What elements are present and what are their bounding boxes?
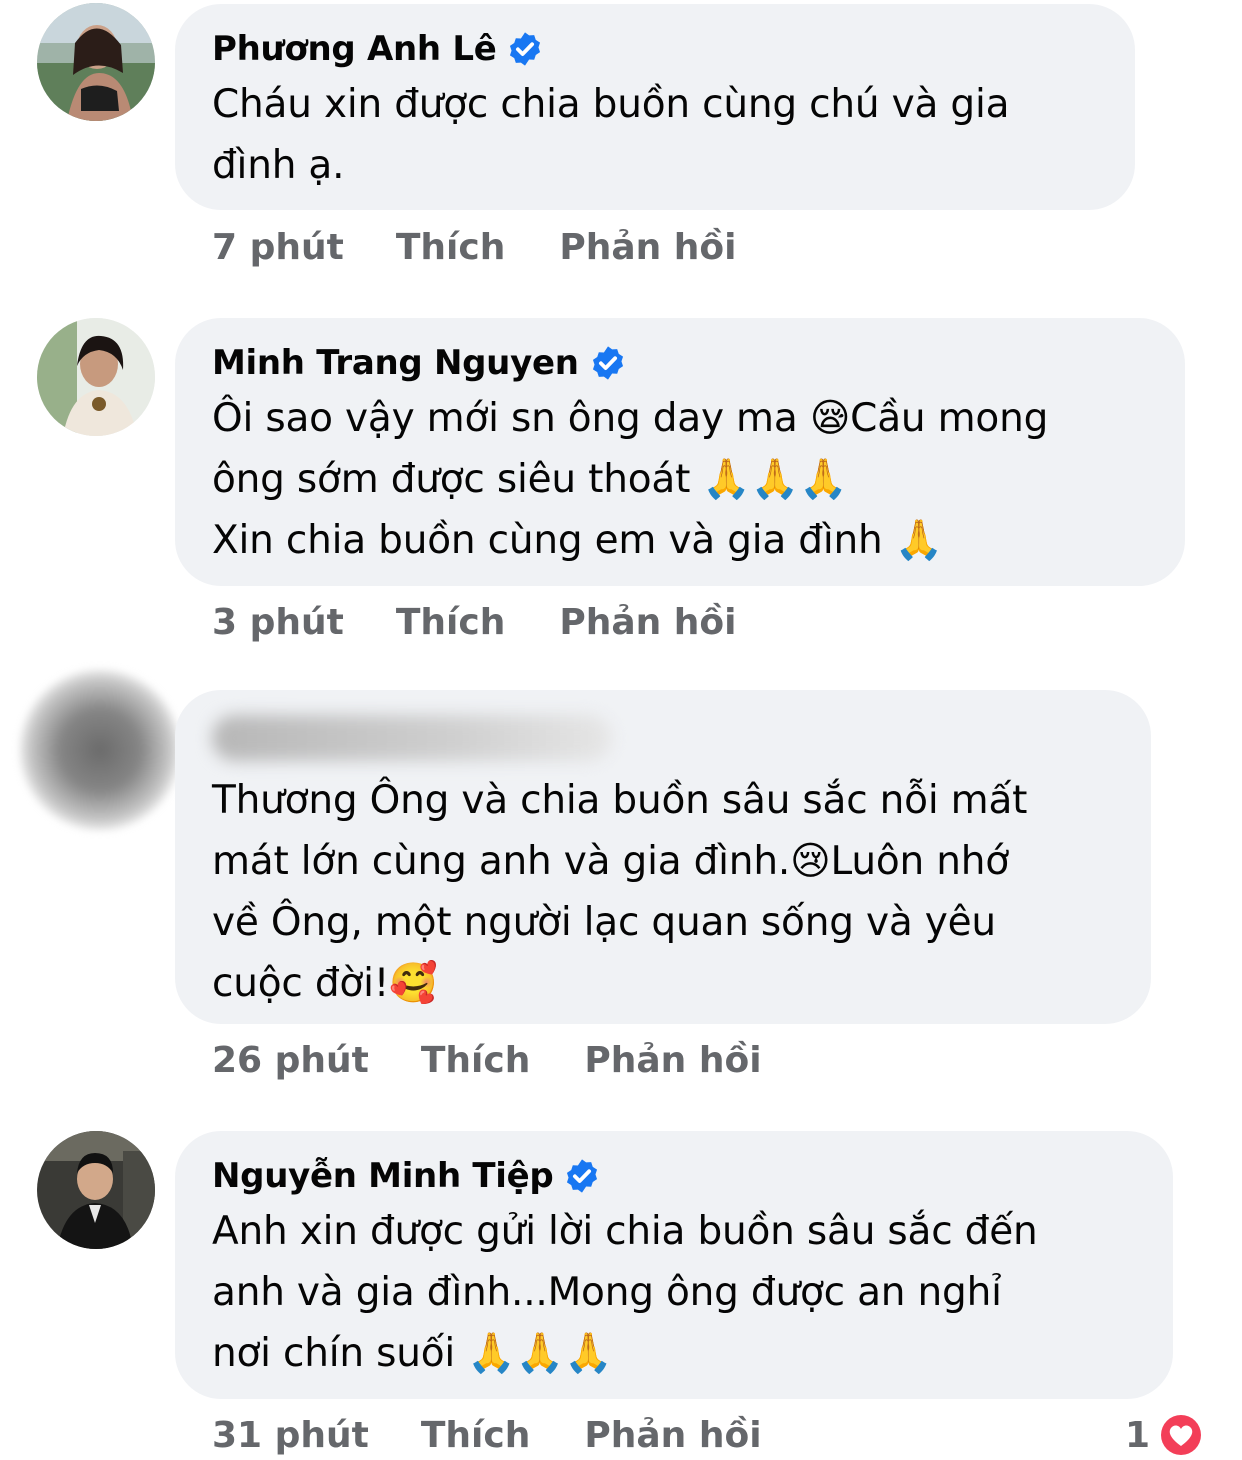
reaction-count: 1 [1124, 1414, 1150, 1456]
like-button[interactable]: Thích [421, 1415, 531, 1456]
avatar[interactable] [37, 318, 155, 436]
blurred-avatar[interactable] [20, 670, 180, 830]
avatar[interactable] [37, 1131, 155, 1249]
author-name[interactable]: Nguyễn Minh Tiệp [212, 1156, 554, 1196]
comment-bubble: Thương Ông và chia buồn sâu sắc nỗi mất … [175, 690, 1151, 1024]
comment-bubble: Nguyễn Minh Tiệp Anh xin được gửi lời ch… [175, 1131, 1173, 1399]
comment-timestamp[interactable]: 31 phút [212, 1415, 369, 1456]
reply-button[interactable]: Phản hồi [559, 227, 736, 268]
comment-timestamp[interactable]: 7 phút [212, 227, 344, 268]
comment-actions: 31 phút Thích Phản hồi [212, 1410, 762, 1460]
like-button[interactable]: Thích [396, 227, 506, 268]
blurred-author-name[interactable] [212, 715, 612, 761]
reply-button[interactable]: Phản hồi [584, 1415, 761, 1456]
verified-badge-icon [563, 1157, 601, 1195]
like-button[interactable]: Thích [421, 1040, 531, 1081]
comment-bubble: Minh Trang Nguyen Ôi sao vậy mới sn ông … [175, 318, 1185, 586]
verified-badge-icon [506, 30, 544, 68]
comment-timestamp[interactable]: 26 phút [212, 1040, 369, 1081]
comment-text: Thương Ông và chia buồn sâu sắc nỗi mất … [212, 778, 1028, 1006]
author-name[interactable]: Minh Trang Nguyen [212, 343, 579, 383]
verified-badge-icon [589, 344, 627, 382]
like-button[interactable]: Thích [396, 602, 506, 643]
comment-text: Anh xin được gửi lời chia buồn sâu sắc đ… [212, 1209, 1038, 1376]
reaction-summary[interactable]: 1 [1125, 1410, 1206, 1460]
heart-icon [1156, 1410, 1206, 1460]
reply-button[interactable]: Phản hồi [559, 602, 736, 643]
comment-timestamp[interactable]: 3 phút [212, 602, 344, 643]
comment-bubble: Phương Anh Lê Cháu xin được chia buồn cù… [175, 4, 1135, 210]
author-name[interactable]: Phương Anh Lê [212, 29, 497, 69]
comment-text: Cháu xin được chia buồn cùng chú và gia … [212, 82, 1010, 188]
reply-button[interactable]: Phản hồi [584, 1040, 761, 1081]
avatar[interactable] [37, 3, 155, 121]
comment-actions: 3 phút Thích Phản hồi [212, 597, 737, 647]
comment-actions: 26 phút Thích Phản hồi [212, 1035, 762, 1085]
comment-text: Ôi sao vậy mới sn ông day ma 😪Cầu mong ô… [212, 396, 1049, 563]
comment-actions: 7 phút Thích Phản hồi [212, 222, 737, 272]
